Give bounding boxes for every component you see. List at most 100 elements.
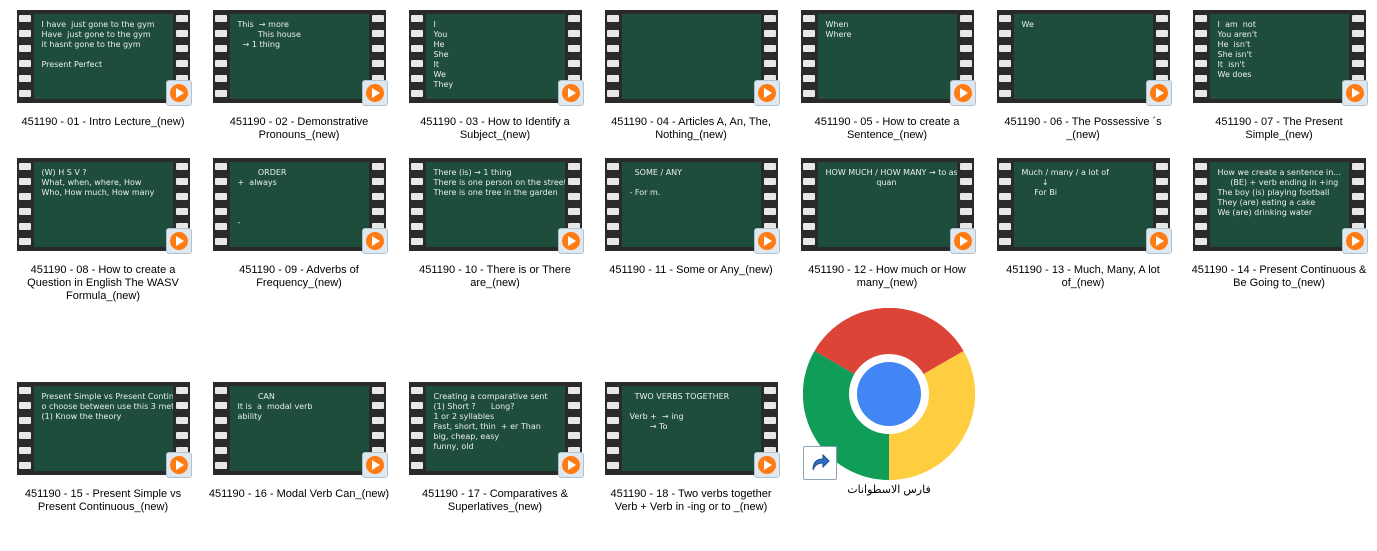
video-file-item[interactable]: When Where 451190 - 05 - How to create a … <box>792 0 982 142</box>
sprocket-hole <box>1194 15 1207 22</box>
filmstrip-frame: SOME / ANY - For m. <box>604 158 778 251</box>
sprocket-hole <box>1194 238 1207 245</box>
video-file-item[interactable]: We 451190 - 06 - The Possessive ´s _(new) <box>988 0 1178 142</box>
sprocket-hole <box>959 30 972 37</box>
sprocket-hole <box>802 208 815 215</box>
video-file-item[interactable]: How we create a sentence in... (BE) + ve… <box>1184 148 1374 290</box>
sprocket-hole <box>763 402 776 409</box>
sprocket-hole <box>567 208 580 215</box>
sprocket-hole <box>18 178 31 185</box>
video-file-item[interactable]: (W) H S V ? What, when, where, How Who, … <box>8 148 198 303</box>
video-file-item[interactable]: TWO VERBS TOGETHER Verb + → ing → To 4511… <box>596 372 786 514</box>
chalkboard-text: This → more This house → 1 thing <box>237 20 301 49</box>
sprocket-hole <box>410 15 423 22</box>
video-file-item[interactable]: Present Simple vs Present Continuous o c… <box>8 372 198 514</box>
sprocket-hole <box>371 163 384 170</box>
video-thumbnail: CAN It is a modal verb ability <box>212 382 388 478</box>
sprocket-hole <box>410 462 423 469</box>
sprocket-hole <box>1194 178 1207 185</box>
sprocket-hole <box>606 90 619 97</box>
sprocket-hole <box>606 75 619 82</box>
sprocket-hole <box>998 178 1011 185</box>
sprocket-hole <box>410 238 423 245</box>
chrome-shortcut[interactable]: فارس الاسطوانات <box>794 307 984 497</box>
video-file-item[interactable]: There (is) → 1 thing There is one person… <box>400 148 590 290</box>
video-file-item[interactable]: I am not You aren't He isn't She isn't I… <box>1184 0 1374 142</box>
file-name-label: 451190 - 13 - Much, Many, A lot of_(new) <box>1006 264 1160 289</box>
sprocket-hole <box>763 178 776 185</box>
sprocket-hole <box>175 15 188 22</box>
sprocket-hole <box>214 193 227 200</box>
sprocket-hole <box>1351 15 1364 22</box>
filmstrip-frame: I am not You aren't He isn't She isn't I… <box>1192 10 1366 103</box>
sprocket-hole <box>606 402 619 409</box>
video-thumbnail <box>604 10 780 106</box>
sprocket-hole <box>371 30 384 37</box>
sprocket-hole <box>18 447 31 454</box>
sprocket-hole <box>18 387 31 394</box>
video-thumbnail: ORDER + always - <box>212 158 388 254</box>
sprocket-hole <box>371 15 384 22</box>
sprocket-hole <box>410 447 423 454</box>
video-file-item[interactable]: 451190 - 04 - Articles A, An, The, Nothi… <box>596 0 786 142</box>
sprocket-hole <box>763 193 776 200</box>
filmstrip-frame: HOW MUCH / HOW MANY → to ask for quan <box>800 158 974 251</box>
file-name-label: 451190 - 10 - There is or There are_(new… <box>419 264 571 289</box>
sprocket-hole <box>567 45 580 52</box>
video-file-item[interactable]: Creating a comparative sent (1) Short ? … <box>400 372 590 514</box>
sprocket-hole <box>606 417 619 424</box>
play-icon <box>1341 228 1368 254</box>
play-icon <box>1145 80 1172 106</box>
video-file-item[interactable]: HOW MUCH / HOW MANY → to ask for quan 451… <box>792 148 982 290</box>
file-name-label: 451190 - 05 - How to create a Sentence_(… <box>814 116 960 141</box>
file-name-label: 451190 - 09 - Adverbs of Frequency_(new) <box>239 264 359 289</box>
sprocket-hole <box>1155 60 1168 67</box>
sprocket-hole <box>175 60 188 67</box>
sprocket-hole <box>763 15 776 22</box>
sprocket-hole <box>371 387 384 394</box>
sprocket-hole <box>802 223 815 230</box>
chalkboard-text: (W) H S V ? What, when, where, How Who, … <box>41 168 155 197</box>
play-icon <box>1341 80 1368 106</box>
sprocket-hole <box>1194 75 1207 82</box>
chalkboard-text: CAN It is a modal verb ability <box>237 392 313 421</box>
video-file-item[interactable]: ORDER + always - 451190 - 09 - Adverbs of… <box>204 148 394 290</box>
sprocket-hole <box>18 223 31 230</box>
video-file-item[interactable]: This → more This house → 1 thing 451190 -… <box>204 0 394 142</box>
file-name-label: 451190 - 15 - Present Simple vs Present … <box>24 488 182 513</box>
sprocket-hole <box>1155 45 1168 52</box>
sprocket-hole <box>175 417 188 424</box>
chalkboard-frame: Present Simple vs Present Continuous o c… <box>33 386 173 471</box>
chalkboard-text: I am not You aren't He isn't She isn't I… <box>1217 20 1258 79</box>
sprocket-hole <box>802 30 815 37</box>
sprocket-hole <box>998 60 1011 67</box>
file-name-label: 451190 - 02 - Demonstrative Pronouns_(ne… <box>229 116 369 141</box>
sprocket-hole <box>410 193 423 200</box>
sprocket-hole <box>802 45 815 52</box>
sprocket-hole <box>1351 45 1364 52</box>
filmstrip-frame: We <box>996 10 1170 103</box>
sprocket-hole <box>959 178 972 185</box>
sprocket-hole <box>214 163 227 170</box>
filmstrip-frame: ORDER + always - <box>212 158 386 251</box>
sprocket-hole <box>1194 193 1207 200</box>
sprocket-hole <box>567 30 580 37</box>
play-icon <box>165 452 192 478</box>
video-file-item[interactable]: CAN It is a modal verb ability 451190 - 1… <box>204 372 394 501</box>
video-file-item[interactable]: I You He She It We They 451190 - 03 - How… <box>400 0 590 142</box>
play-icon <box>949 80 976 106</box>
filmstrip-frame: (W) H S V ? What, when, where, How Who, … <box>16 158 190 251</box>
video-file-item[interactable]: Much / many / a lot of ↓ For Bi 451190 - … <box>988 148 1178 290</box>
chalkboard-frame: This → more This house → 1 thing <box>229 14 369 99</box>
video-thumbnail: I am not You aren't He isn't She isn't I… <box>1192 10 1368 106</box>
sprocket-hole <box>214 90 227 97</box>
sprocket-hole <box>18 208 31 215</box>
sprocket-hole <box>567 163 580 170</box>
sprocket-hole <box>1351 163 1364 170</box>
video-file-item[interactable]: I have just gone to the gym Have just go… <box>8 0 198 129</box>
file-name-label: 451190 - 16 - Modal Verb Can_(new) <box>208 488 390 500</box>
play-icon <box>949 228 976 254</box>
chalkboard-text: We <box>1021 20 1034 29</box>
video-file-item[interactable]: SOME / ANY - For m. 451190 - 11 - Some or… <box>596 148 786 277</box>
sprocket-hole <box>371 178 384 185</box>
